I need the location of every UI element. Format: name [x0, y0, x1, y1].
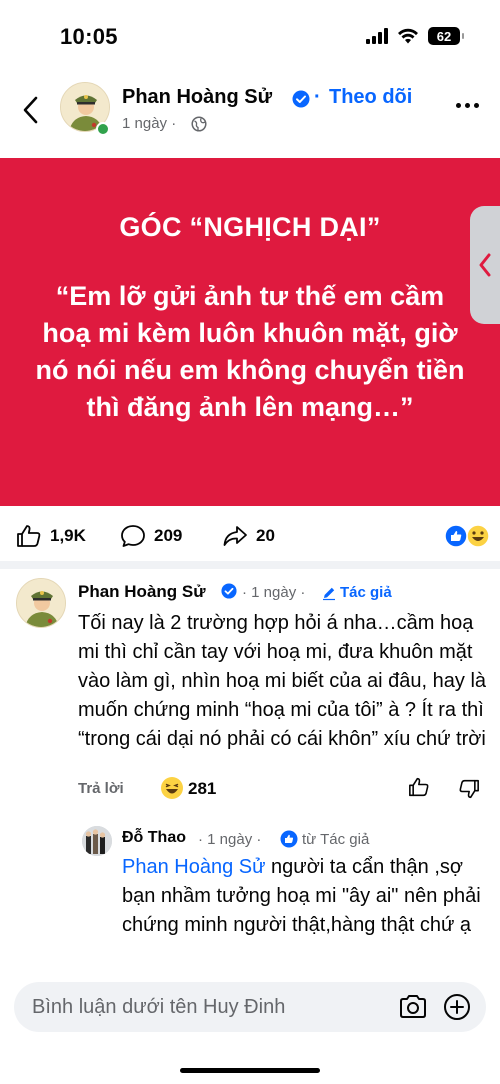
header-separator: · — [314, 86, 321, 108]
add-attachment-icon[interactable] — [442, 992, 472, 1022]
comment-action[interactable]: 209 — [120, 524, 182, 548]
more-options-icon[interactable] — [456, 98, 486, 112]
back-arrow-icon[interactable] — [18, 94, 46, 126]
globe-icon — [191, 116, 207, 132]
battery-icon: 62 — [428, 27, 464, 45]
status-time: 10:05 — [60, 24, 118, 49]
reaction-summary-icon[interactable] — [444, 524, 490, 548]
comment-author-name[interactable]: Phan Hoàng Sử — [78, 582, 206, 602]
reaction-bar: 1,9K 209 20 — [0, 514, 500, 558]
status-bar: 10:05 62 — [0, 0, 500, 74]
pencil-icon — [323, 587, 335, 601]
section-divider — [0, 561, 500, 569]
camera-icon[interactable] — [398, 994, 428, 1020]
comment-text: Tối nay là 2 trường hợp hỏi á nha…cầm ho… — [78, 612, 487, 750]
comment-timestamp: · 1 ngày · — [242, 584, 306, 601]
like-action[interactable]: 1,9K — [16, 524, 86, 548]
card-title: GÓC “NGHỊCH DẠI” — [119, 212, 381, 242]
share-icon — [223, 526, 247, 546]
wifi-icon — [398, 28, 418, 44]
author-badge: Tác giả — [340, 584, 392, 601]
haha-reaction-icon — [161, 777, 183, 799]
post-text-card: GÓC “NGHỊCH DẠI” “Em lỡ gửi ảnh tư thế e… — [0, 158, 500, 506]
comment-reaction-count: 281 — [188, 779, 217, 798]
verified-badge-icon — [292, 90, 310, 108]
mention-link[interactable]: Phan Hoàng Sử — [122, 856, 266, 878]
author-name[interactable]: Phan Hoàng Sử — [122, 86, 272, 109]
reply-author-name[interactable]: Đỗ Thao — [122, 829, 186, 847]
status-icons: 62 — [366, 27, 464, 45]
comment-count: 209 — [154, 526, 183, 545]
comment-icon — [121, 525, 145, 547]
comment-like-icon[interactable] — [408, 777, 430, 797]
comment-dislike-icon[interactable] — [458, 779, 480, 799]
reply-text: Phan Hoàng Sử người ta cẩn thận ,sợ bạn … — [122, 853, 488, 940]
post-header: Phan Hoàng Sử · Theo dõi 1 ngày · — [0, 76, 500, 156]
reply-timestamp: · 1 ngày · — [198, 831, 262, 848]
share-action[interactable]: 20 — [222, 524, 275, 548]
comment-composer — [14, 982, 486, 1032]
follow-button[interactable]: Theo dõi — [329, 86, 412, 109]
share-count: 20 — [256, 526, 275, 545]
side-panel-tab[interactable] — [470, 206, 500, 324]
commenter-avatar[interactable] — [16, 578, 66, 628]
reply-author-badge: từ Tác giả — [302, 831, 370, 848]
post-timestamp[interactable]: 1 ngày · — [122, 115, 176, 132]
chevron-left-icon — [479, 253, 491, 277]
card-quote: “Em lỡ gửi ảnh tư thế em cầm hoạ mi kèm … — [35, 281, 465, 422]
reply-avatar[interactable] — [82, 826, 112, 856]
signal-icon — [366, 28, 388, 44]
like-icon — [17, 525, 41, 547]
like-count: 1,9K — [50, 526, 86, 545]
comment-input[interactable] — [32, 982, 392, 1032]
home-indicator[interactable] — [180, 1068, 320, 1073]
verified-badge-icon — [221, 583, 237, 599]
thumbs-up-badge-icon — [280, 830, 298, 848]
online-status-dot — [96, 122, 110, 136]
reply-button[interactable]: Trả lời — [78, 780, 124, 797]
